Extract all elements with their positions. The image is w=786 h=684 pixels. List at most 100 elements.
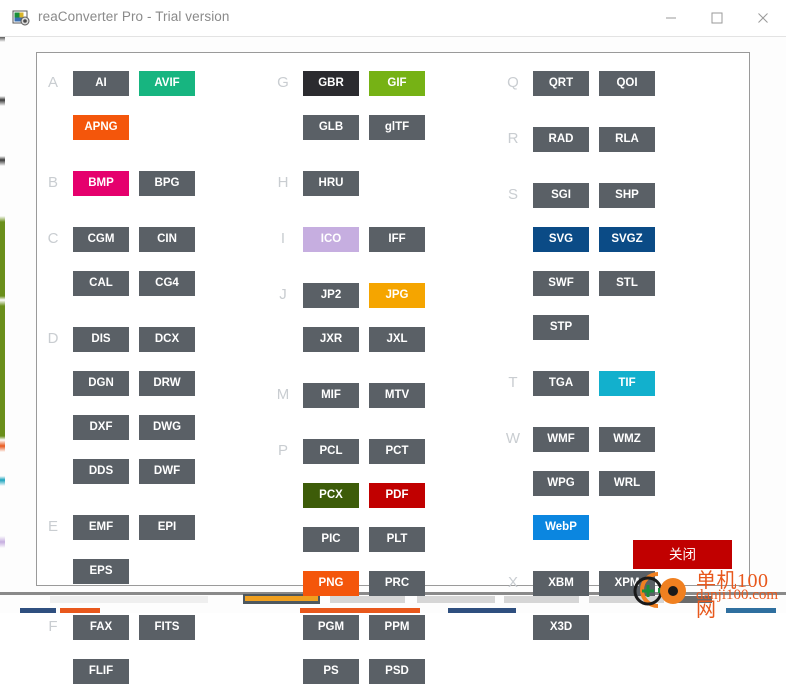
format-button-gbr[interactable]: GBR <box>303 71 359 96</box>
maximize-button[interactable] <box>694 0 740 36</box>
background-strip <box>20 608 56 613</box>
minimize-button[interactable] <box>648 0 694 36</box>
format-button-ppm[interactable]: PPM <box>369 615 425 640</box>
format-button-dds[interactable]: DDS <box>73 459 129 484</box>
title-bar: reaConverter Pro - Trial version <box>0 0 786 37</box>
format-group-letter-P: P <box>277 442 288 459</box>
format-button-apng[interactable]: APNG <box>73 115 129 140</box>
format-button-cg4[interactable]: CG4 <box>139 271 195 296</box>
format-button-prc[interactable]: PRC <box>369 571 425 596</box>
format-group-letter-J: J <box>279 286 287 303</box>
format-button-xbm[interactable]: XBM <box>533 571 589 596</box>
format-button-svgz[interactable]: SVGZ <box>599 227 655 252</box>
format-button-plt[interactable]: PLT <box>369 527 425 552</box>
format-button-webp[interactable]: WebP <box>533 515 589 540</box>
format-button-shp[interactable]: SHP <box>599 183 655 208</box>
format-button-flif[interactable]: FLIF <box>73 659 129 684</box>
format-button-mif[interactable]: MIF <box>303 383 359 408</box>
format-button-wmz[interactable]: WMZ <box>599 427 655 452</box>
format-button-gif[interactable]: GIF <box>369 71 425 96</box>
format-group-letter-T: T <box>508 374 518 391</box>
format-button-bpg[interactable]: BPG <box>139 171 195 196</box>
background-tab <box>504 596 579 603</box>
format-button-pcl[interactable]: PCL <box>303 439 359 464</box>
background-strip <box>60 608 100 613</box>
background-strip <box>300 608 420 613</box>
format-button-stl[interactable]: STL <box>599 271 655 296</box>
format-group-letter-M: M <box>276 386 290 403</box>
format-button-qoi[interactable]: QOI <box>599 71 655 96</box>
format-button-ps[interactable]: PS <box>303 659 359 684</box>
format-button-psd[interactable]: PSD <box>369 659 425 684</box>
format-button-emf[interactable]: EMF <box>73 515 129 540</box>
format-button-fits[interactable]: FITS <box>139 615 195 640</box>
format-button-jpg[interactable]: JPG <box>369 283 425 308</box>
format-button-jxl[interactable]: JXL <box>369 327 425 352</box>
format-button-ai[interactable]: AI <box>73 71 129 96</box>
background-strip <box>448 608 516 613</box>
format-button-rla[interactable]: RLA <box>599 127 655 152</box>
format-button-cin[interactable]: CIN <box>139 227 195 252</box>
format-button-epi[interactable]: EPI <box>139 515 195 540</box>
format-button-fax[interactable]: FAX <box>73 615 129 640</box>
maximize-icon <box>711 12 723 24</box>
background-left-strip <box>0 36 5 596</box>
format-button-svg[interactable]: SVG <box>533 227 589 252</box>
format-button-avif[interactable]: AVIF <box>139 71 195 96</box>
format-button-wmf[interactable]: WMF <box>533 427 589 452</box>
format-selection-dialog: A AI AVIF APNG B BMP BPG C CGM CIN CAL CG4 D DIS DCX DG… <box>36 52 750 684</box>
format-button-dxf[interactable]: DXF <box>73 415 129 440</box>
format-button-dis[interactable]: DIS <box>73 327 129 352</box>
format-button-x3d[interactable]: X3D <box>533 615 589 640</box>
format-button-dwg[interactable]: DWG <box>139 415 195 440</box>
format-button-iff[interactable]: IFF <box>369 227 425 252</box>
format-button-png[interactable]: PNG <box>303 571 359 596</box>
format-group-letter-B: B <box>47 174 58 191</box>
format-button-dwf[interactable]: DWF <box>139 459 195 484</box>
format-button-tga[interactable]: TGA <box>533 371 589 396</box>
format-button-pdf[interactable]: PDF <box>369 483 425 508</box>
format-button-sgi[interactable]: SGI <box>533 183 589 208</box>
format-button-dgn[interactable]: DGN <box>73 371 129 396</box>
format-button-wpg[interactable]: WPG <box>533 471 589 496</box>
close-window-button[interactable] <box>740 0 786 36</box>
format-group-letter-W: W <box>505 430 521 447</box>
minimize-icon <box>666 17 676 19</box>
format-button-eps[interactable]: EPS <box>73 559 129 584</box>
format-button-pcx[interactable]: PCX <box>303 483 359 508</box>
format-button-drw[interactable]: DRW <box>139 371 195 396</box>
format-button-jp2[interactable]: JP2 <box>303 283 359 308</box>
format-button-stp[interactable]: STP <box>533 315 589 340</box>
format-button-bmp[interactable]: BMP <box>73 171 129 196</box>
format-button-dcx[interactable]: DCX <box>139 327 195 352</box>
format-group-letter-F: F <box>48 618 58 635</box>
watermark-logo-icon <box>633 572 686 608</box>
format-group-letter-D: D <box>47 330 59 347</box>
background-tab <box>50 596 208 603</box>
format-button-qrt[interactable]: QRT <box>533 71 589 96</box>
format-button-mtv[interactable]: MTV <box>369 383 425 408</box>
format-button-pct[interactable]: PCT <box>369 439 425 464</box>
window-title: reaConverter Pro - Trial version <box>38 9 230 24</box>
format-group-letter-R: R <box>507 130 519 147</box>
format-button-swf[interactable]: SWF <box>533 271 589 296</box>
close-icon <box>758 13 768 23</box>
format-button-glb[interactable]: GLB <box>303 115 359 140</box>
format-button-tif[interactable]: TIF <box>599 371 655 396</box>
app-icon <box>12 9 30 27</box>
format-button-rad[interactable]: RAD <box>533 127 589 152</box>
format-group-letter-S: S <box>507 186 518 203</box>
format-button-wrl[interactable]: WRL <box>599 471 655 496</box>
format-button-pgm[interactable]: PGM <box>303 615 359 640</box>
background-tab <box>330 596 405 603</box>
format-button-ico[interactable]: ICO <box>303 227 359 252</box>
format-group-letter-G: G <box>277 74 289 91</box>
format-button-jxr[interactable]: JXR <box>303 327 359 352</box>
format-group-letter-I: I <box>280 230 286 247</box>
format-button-cgm[interactable]: CGM <box>73 227 129 252</box>
format-button-hru[interactable]: HRU <box>303 171 359 196</box>
format-button-gltf[interactable]: glTF <box>369 115 425 140</box>
watermark-line-2: danji100.com <box>696 587 779 603</box>
format-button-pic[interactable]: PIC <box>303 527 359 552</box>
format-button-cal[interactable]: CAL <box>73 271 129 296</box>
